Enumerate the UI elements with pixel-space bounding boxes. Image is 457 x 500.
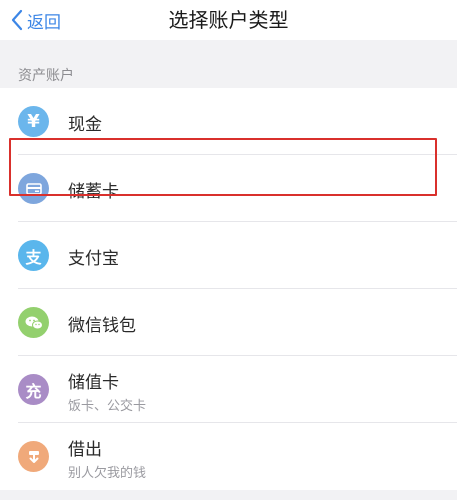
lend-out-icon	[18, 441, 49, 472]
account-type-label: 现金	[68, 115, 102, 135]
account-type-savings-card[interactable]: 储蓄卡	[0, 155, 457, 222]
account-type-label: 微信钱包	[68, 316, 136, 336]
section-header: 资产账户	[0, 46, 457, 88]
page-title: 选择账户类型	[168, 8, 289, 32]
account-type-label: 借出	[68, 440, 102, 460]
yuan-icon: ¥	[18, 106, 49, 137]
account-type-stored-value-card[interactable]: 充 储值卡 饭卡、公交卡	[0, 356, 457, 423]
account-type-label: 支付宝	[68, 249, 119, 269]
section-title: 资产账户	[18, 68, 74, 84]
account-type-lend-out[interactable]: 借出 别人欠我的钱	[0, 423, 457, 490]
account-type-sublabel: 饭卡、公交卡	[68, 399, 147, 414]
account-type-cash[interactable]: ¥ 现金	[0, 88, 457, 155]
account-type-label: 储值卡	[68, 373, 119, 393]
alipay-icon: 支	[18, 240, 49, 271]
bank-card-icon	[18, 173, 49, 204]
navigation-bar: 返回 选择账户类型	[0, 0, 457, 40]
account-type-label: 储蓄卡	[68, 182, 119, 202]
account-type-sublabel: 别人欠我的钱	[68, 466, 147, 481]
account-type-alipay[interactable]: 支 支付宝	[0, 222, 457, 289]
stored-value-card-icon: 充	[18, 374, 49, 405]
wechat-icon	[18, 307, 49, 338]
account-type-wechat-wallet[interactable]: 微信钱包	[0, 289, 457, 356]
account-type-list: ¥ 现金 储蓄卡 支 支付宝 微信钱包 充 储值卡 饭卡、公交卡 借出 别人欠我…	[0, 88, 457, 490]
